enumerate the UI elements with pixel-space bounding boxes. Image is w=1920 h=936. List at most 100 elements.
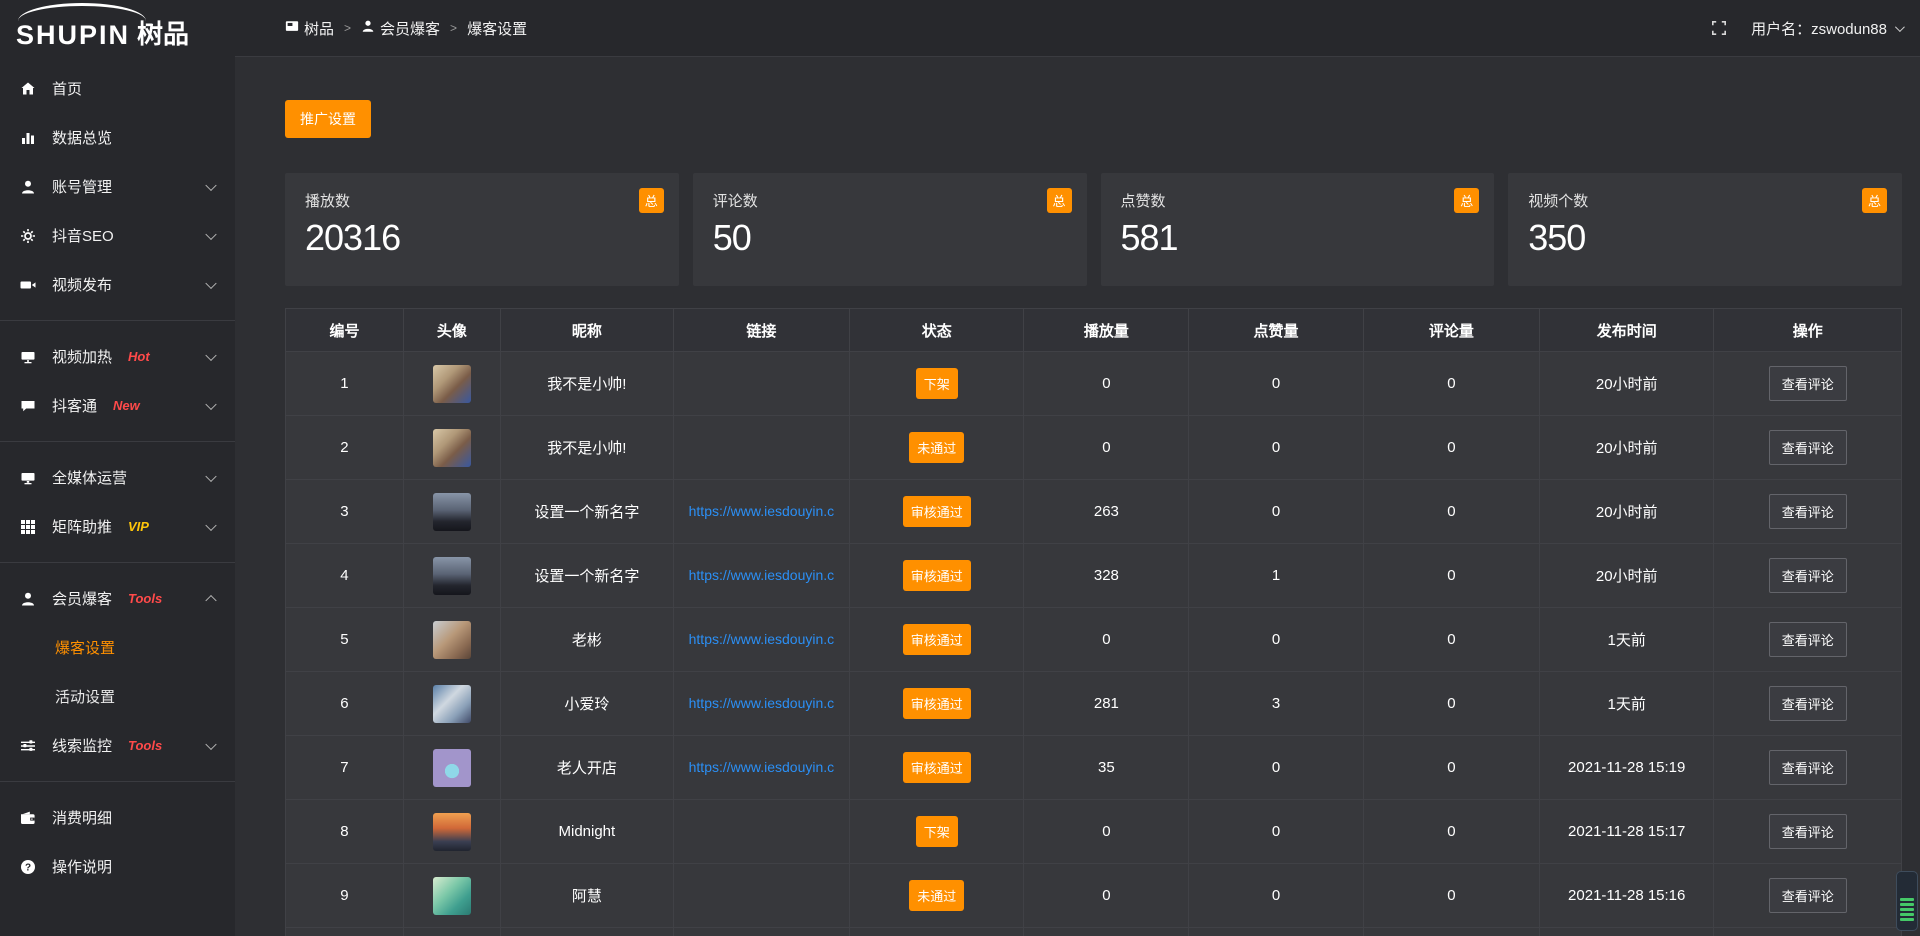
video-link[interactable]: https://www.iesdouyin.c xyxy=(689,759,835,775)
sidebar-item-视频发布[interactable]: 视频发布 xyxy=(0,260,235,309)
cell-time: 2021-11-28 15:17 xyxy=(1539,800,1714,864)
promo-settings-button[interactable]: 推广设置 xyxy=(285,100,371,138)
view-comments-button[interactable]: 查看评论 xyxy=(1769,494,1847,529)
chevron-up-icon xyxy=(205,594,216,605)
cell-likes: 0 xyxy=(1189,416,1364,480)
table-row: 1我不是小帅!下架00020小时前查看评论 xyxy=(286,352,1902,416)
video-link[interactable]: https://www.iesdouyin.c xyxy=(689,695,835,711)
view-comments-button[interactable]: 查看评论 xyxy=(1769,558,1847,593)
status-badge: 审核通过 xyxy=(903,752,971,783)
breadcrumb-item-树品[interactable]: 树品 xyxy=(285,18,334,39)
view-comments-button[interactable]: 查看评论 xyxy=(1769,622,1847,657)
cell-plays: 35 xyxy=(1024,736,1189,800)
view-comments-button[interactable]: 查看评论 xyxy=(1769,366,1847,401)
video-link[interactable]: https://www.iesdouyin.c xyxy=(689,503,835,519)
cell-nickname: 老人开店 xyxy=(500,736,673,800)
cell-link: https://www.iesdouyin.c xyxy=(673,608,849,672)
cell-id: 8 xyxy=(286,800,404,864)
cell-plays: 0 xyxy=(1024,608,1189,672)
table-row: 5老彬https://www.iesdouyin.c审核通过0001天前查看评论 xyxy=(286,608,1902,672)
cell-plays: 0 xyxy=(1024,864,1189,928)
stat-value: 350 xyxy=(1528,217,1882,259)
username-label: 用户名：zswodun88 xyxy=(1751,18,1887,39)
sidebar-item-数据总览[interactable]: 数据总览 xyxy=(0,113,235,162)
cell-action: 查看评论 xyxy=(1714,864,1902,928)
topbar-right: 用户名：zswodun88 xyxy=(1711,18,1902,39)
view-comments-button[interactable]: 查看评论 xyxy=(1769,430,1847,465)
table-row: 9阿慧未通过0002021-11-28 15:16查看评论 xyxy=(286,864,1902,928)
cell-time: 1天前 xyxy=(1539,672,1714,736)
sidebar-item-矩阵助推[interactable]: 矩阵助推VIP xyxy=(0,502,235,551)
home-icon xyxy=(20,81,38,97)
cell-plays: 0 xyxy=(1024,352,1189,416)
video-link[interactable]: https://www.iesdouyin.c xyxy=(689,567,835,583)
cell-status: 未通过 xyxy=(849,864,1024,928)
view-comments-button[interactable]: 查看评论 xyxy=(1769,686,1847,721)
total-badge: 总 xyxy=(1862,188,1887,213)
video-link[interactable]: https://www.iesdouyin.c xyxy=(689,631,835,647)
breadcrumb-label: 树品 xyxy=(304,18,334,39)
cell-nickname: Midnight xyxy=(500,800,673,864)
floating-widget[interactable] xyxy=(1896,871,1918,931)
view-comments-button[interactable]: 查看评论 xyxy=(1769,878,1847,913)
column-header-头像: 头像 xyxy=(403,309,500,352)
breadcrumb-item-会员爆客[interactable]: 会员爆客 xyxy=(361,18,440,39)
cell-status: 下架 xyxy=(849,352,1024,416)
main-content: 推广设置 播放数20316总评论数50总点赞数581总视频个数350总 编号头像… xyxy=(235,58,1920,936)
cell-link xyxy=(673,800,849,864)
cell-avatar xyxy=(403,544,500,608)
cell-link xyxy=(673,928,849,936)
cell-status: 未通过 xyxy=(849,416,1024,480)
avatar xyxy=(433,493,471,531)
sidebar-item-首页[interactable]: 首页 xyxy=(0,64,235,113)
cell-avatar xyxy=(403,864,500,928)
widget-stripe xyxy=(1900,898,1914,901)
column-header-评论量: 评论量 xyxy=(1363,309,1539,352)
view-comments-button[interactable]: 查看评论 xyxy=(1769,750,1847,785)
sidebar-item-抖客通[interactable]: 抖客通New xyxy=(0,381,235,430)
cell-action: 查看评论 xyxy=(1714,352,1902,416)
logo[interactable]: SHUPIN 树品 xyxy=(0,0,235,57)
sidebar-subitem-活动设置[interactable]: 活动设置 xyxy=(0,672,235,721)
sliders-icon xyxy=(20,738,38,754)
view-comments-button[interactable]: 查看评论 xyxy=(1769,814,1847,849)
widget-stripe xyxy=(1900,918,1914,921)
sidebar-item-会员爆客[interactable]: 会员爆客Tools xyxy=(0,574,235,623)
sidebar-item-label: 视频发布 xyxy=(52,274,112,295)
cell-likes: 0 xyxy=(1189,608,1364,672)
sidebar-item-消费明细[interactable]: 消费明细 xyxy=(0,793,235,842)
breadcrumb-label: 爆客设置 xyxy=(467,18,527,39)
cell-plays: 328 xyxy=(1024,544,1189,608)
table-row: 3设置一个新名字https://www.iesdouyin.c审核通过26300… xyxy=(286,480,1902,544)
cell-comments: 0 xyxy=(1363,864,1539,928)
sidebar-subitem-爆客设置[interactable]: 爆客设置 xyxy=(0,623,235,672)
sidebar-item-全媒体运营[interactable]: 全媒体运营 xyxy=(0,453,235,502)
avatar xyxy=(433,813,471,851)
cell-action: 查看评论 xyxy=(1714,800,1902,864)
cell-avatar xyxy=(403,928,500,936)
sidebar-item-label: 抖客通 xyxy=(52,395,97,416)
sidebar-item-操作说明[interactable]: ?操作说明 xyxy=(0,842,235,891)
fullscreen-icon[interactable] xyxy=(1711,20,1727,36)
avatar xyxy=(433,749,471,787)
status-badge: 下架 xyxy=(916,816,958,847)
cell-nickname xyxy=(500,928,673,936)
chat-icon xyxy=(20,398,38,414)
sidebar-item-抖音SEO[interactable]: 抖音SEO xyxy=(0,211,235,260)
sidebar-item-账号管理[interactable]: 账号管理 xyxy=(0,162,235,211)
stat-value: 581 xyxy=(1121,217,1475,259)
cell-nickname: 设置一个新名字 xyxy=(500,480,673,544)
user-menu[interactable]: 用户名：zswodun88 xyxy=(1751,18,1902,39)
sidebar-item-label: 抖音SEO xyxy=(52,225,114,246)
sidebar-item-线索监控[interactable]: 线索监控Tools xyxy=(0,721,235,770)
sidebar: SHUPIN 树品 首页数据总览账号管理抖音SEO 视频发布视频加热Hot抖客通N… xyxy=(0,0,235,936)
stat-card-视频个数: 视频个数350总 xyxy=(1508,173,1902,286)
cell-status: 审核通过 xyxy=(849,608,1024,672)
cell-action: 查看评论 xyxy=(1714,544,1902,608)
sidebar-item-视频加热[interactable]: 视频加热Hot xyxy=(0,332,235,381)
chevron-down-icon xyxy=(1895,22,1905,32)
cell-link: https://www.iesdouyin.c xyxy=(673,672,849,736)
cell-id: 2 xyxy=(286,416,404,480)
cell-comments: 0 xyxy=(1363,736,1539,800)
sidebar-item-label: 首页 xyxy=(52,78,82,99)
